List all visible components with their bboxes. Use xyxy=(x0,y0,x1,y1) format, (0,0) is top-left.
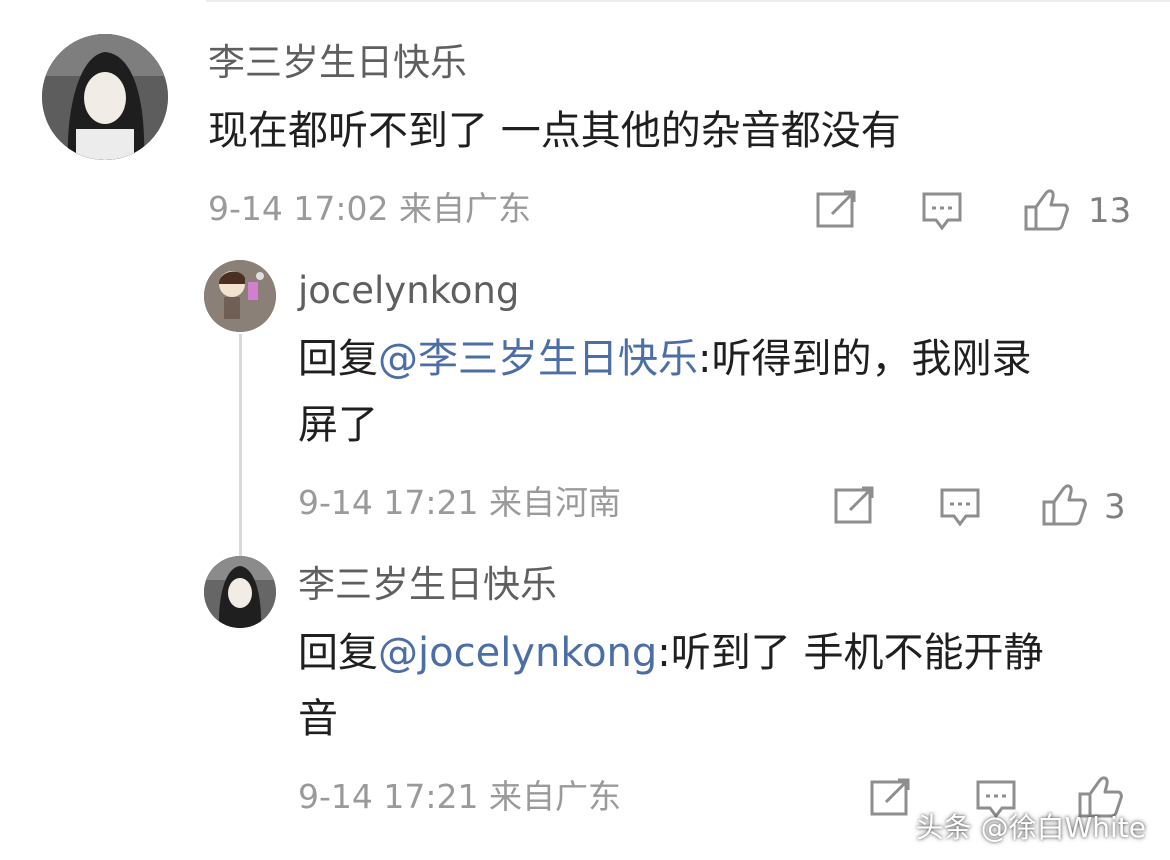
avatar-reply-user-1[interactable] xyxy=(204,260,276,332)
reply-2-text-line2: 音 xyxy=(298,696,338,742)
reply-2-text-line1: :听到了 手机不能开静 xyxy=(657,630,1044,676)
avatar-main-illustration xyxy=(42,34,168,160)
avatar-main-user[interactable] xyxy=(42,34,168,160)
reply-1-prefix: 回复 xyxy=(298,336,378,382)
share-icon[interactable] xyxy=(870,778,914,818)
avatar-reply-2-illustration xyxy=(204,556,276,628)
reply-1-meta: 9-14 17:21 来自河南 xyxy=(298,483,621,522)
share-icon[interactable] xyxy=(816,190,860,230)
comment-meta: 9-14 17:02 来自广东 xyxy=(208,189,531,228)
reply-thread-line xyxy=(239,334,242,556)
thumb-up-icon[interactable] xyxy=(1022,187,1070,233)
reply-1-content: 回复@李三岁生日快乐:听得到的，我刚录 屏了 xyxy=(298,326,1138,458)
reply-1-text-line2: 屏了 xyxy=(298,402,378,448)
reply-1-like-count: 3 xyxy=(1104,487,1126,527)
reply-2-prefix: 回复 xyxy=(298,630,378,676)
comment-like-count: 13 xyxy=(1088,191,1132,231)
watermark: 头条 @徐白White xyxy=(915,811,1146,844)
reply-2-mention[interactable]: @jocelynkong xyxy=(378,630,657,676)
comment-text: 现在都听不到了 一点其他的杂音都没有 xyxy=(208,108,901,154)
share-icon[interactable] xyxy=(834,486,878,526)
reply-2-username[interactable]: 李三岁生日快乐 xyxy=(298,566,557,603)
avatar-reply-user-2[interactable] xyxy=(204,556,276,628)
avatar-reply-1-illustration xyxy=(204,260,276,332)
top-divider xyxy=(206,0,1170,2)
reply-1-mention[interactable]: @李三岁生日快乐 xyxy=(378,336,698,382)
reply-1-username[interactable]: jocelynkong xyxy=(298,272,519,309)
reply-2-content: 回复@jocelynkong:听到了 手机不能开静 音 xyxy=(298,620,1138,752)
reply-1-text-line1: :听得到的，我刚录 xyxy=(698,336,1032,382)
comment-icon[interactable] xyxy=(920,190,964,232)
reply-2-meta: 9-14 17:21 来自广东 xyxy=(298,777,621,816)
comment-icon[interactable] xyxy=(938,486,982,528)
thumb-up-icon[interactable] xyxy=(1040,482,1088,528)
comment-username[interactable]: 李三岁生日快乐 xyxy=(208,44,467,81)
